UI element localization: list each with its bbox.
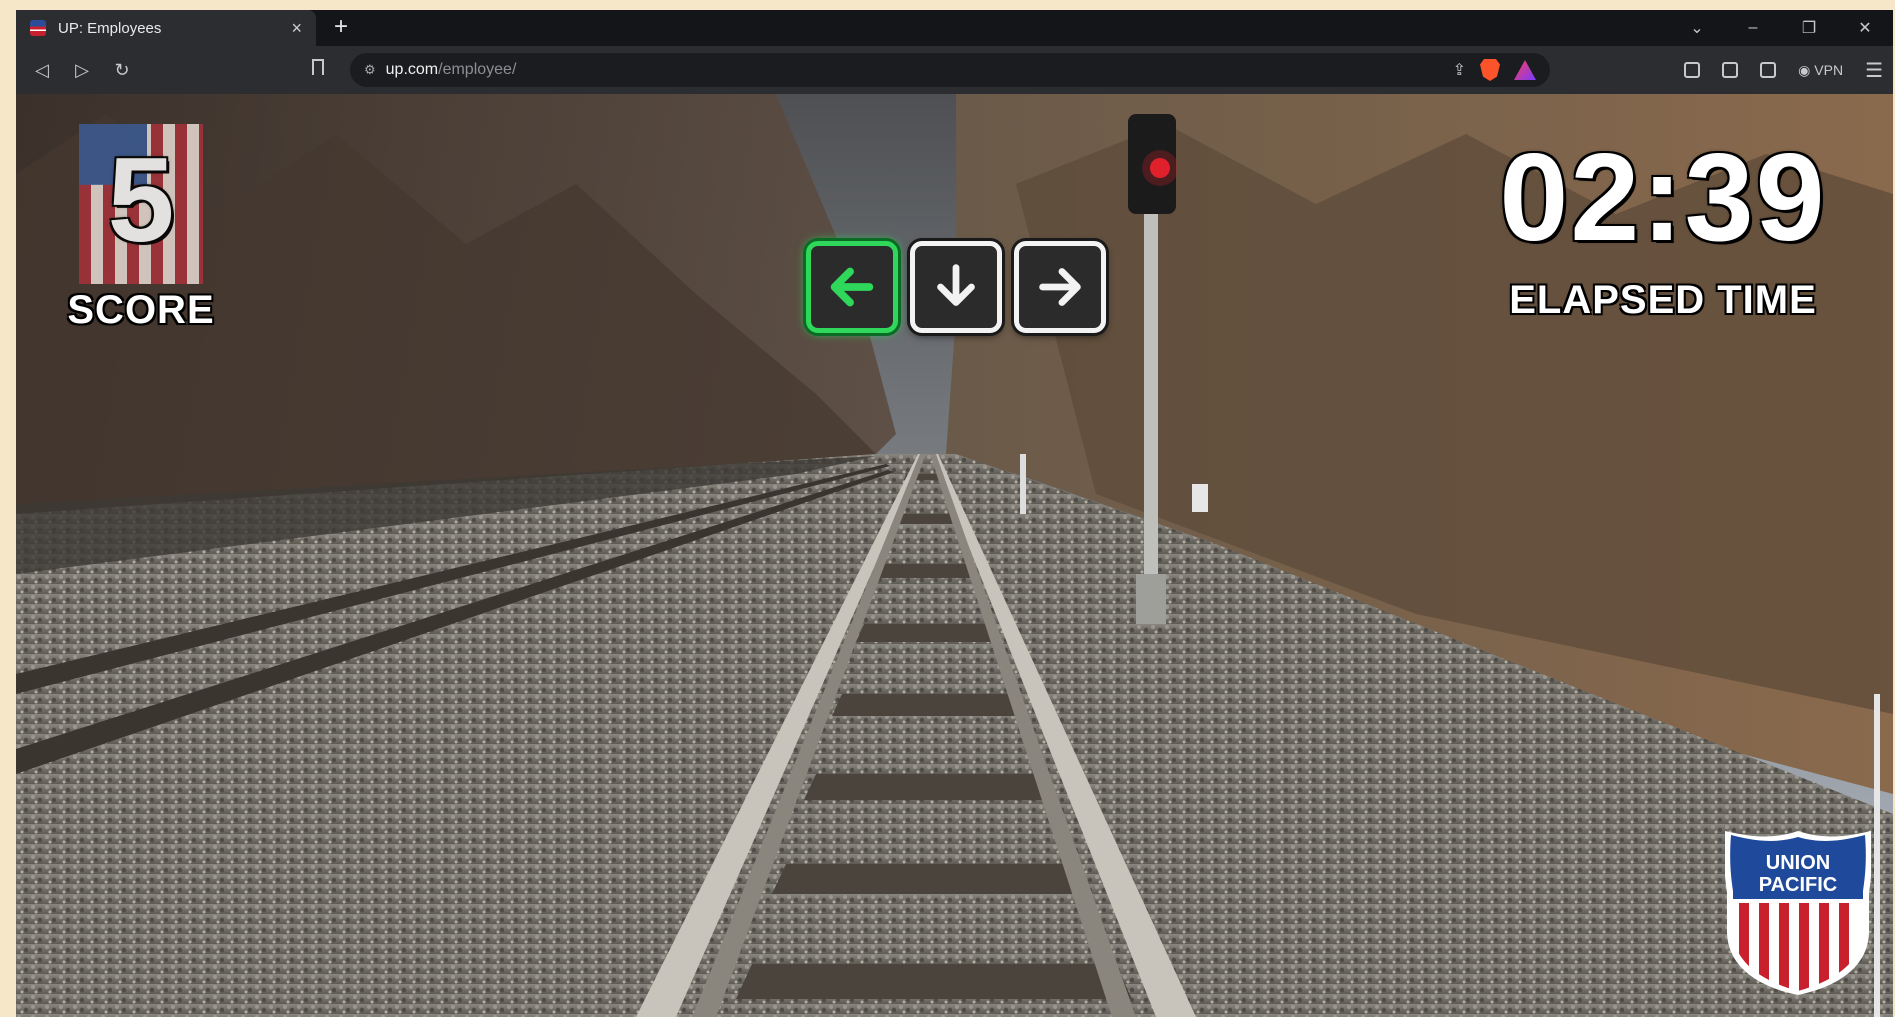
url-path: /employee/ <box>438 61 517 78</box>
address-bar[interactable]: ⚙ up.com /employee/ ⇪ <box>350 53 1550 87</box>
tab-title: UP: Employees <box>58 19 162 37</box>
toolbar-right: ◉ VPN ☰ <box>1684 46 1883 94</box>
right-arrow-key[interactable] <box>1014 241 1106 333</box>
score-panel: 5 SCORE <box>56 124 226 333</box>
restore-button[interactable]: ❐ <box>1781 18 1837 38</box>
extensions-icon[interactable] <box>1684 62 1701 78</box>
tab-strip: UP: Employees × + ⌄ – ❐ ✕ <box>16 10 1893 46</box>
arrow-down-icon <box>937 264 975 306</box>
window-controls: ⌄ – ❐ ✕ <box>1669 10 1893 46</box>
forward-button[interactable]: ▷ <box>62 60 102 81</box>
reload-button[interactable]: ↻ <box>102 60 142 81</box>
vpn-button[interactable]: ◉ VPN <box>1798 62 1843 79</box>
url-host: up.com <box>385 61 439 78</box>
site-info-icon[interactable]: ⚙ <box>364 62 376 78</box>
back-button[interactable]: ◁ <box>22 60 62 81</box>
brave-rewards-icon[interactable] <box>1514 60 1536 80</box>
close-window-button[interactable]: ✕ <box>1837 18 1893 38</box>
bookmark-icon[interactable] <box>312 59 324 75</box>
arrow-key-indicators <box>806 241 1106 333</box>
logo-text-pacific: PACIFIC <box>1759 874 1838 896</box>
arrow-left-icon <box>830 267 874 307</box>
arrow-right-icon <box>1039 268 1081 306</box>
flag-icon: 5 <box>79 124 203 284</box>
score-value: 5 <box>107 133 175 267</box>
minimize-button[interactable]: – <box>1725 19 1781 37</box>
left-arrow-key[interactable] <box>806 241 898 333</box>
new-tab-button[interactable]: + <box>334 14 348 40</box>
game-viewport[interactable]: 5 SCORE 02:39 ELAPSED TIME UNION PACIFIC <box>16 94 1893 1017</box>
wallet-icon[interactable] <box>1760 62 1777 78</box>
union-pacific-logo: UNION PACIFIC <box>1725 831 1871 995</box>
tab-search-icon[interactable]: ⌄ <box>1669 18 1725 38</box>
browser-toolbar: ◁ ▷ ↻ ⚙ up.com /employee/ ⇪ ◉ VPN ☰ <box>16 46 1893 94</box>
sidebar-icon[interactable] <box>1722 62 1739 78</box>
score-label: SCORE <box>67 288 215 332</box>
elapsed-time-panel: 02:39 ELAPSED TIME <box>1463 136 1863 323</box>
elapsed-time-label: ELAPSED TIME <box>1509 278 1817 322</box>
notification-dot <box>1528 60 1536 68</box>
union-pacific-favicon-icon <box>30 20 46 36</box>
down-arrow-key[interactable] <box>910 241 1002 333</box>
browser-window: UP: Employees × + ⌄ – ❐ ✕ ◁ ▷ ↻ ⚙ up.com… <box>16 10 1893 1017</box>
share-icon[interactable]: ⇪ <box>1453 60 1466 80</box>
menu-icon[interactable]: ☰ <box>1865 58 1883 83</box>
tab-up-employees[interactable]: UP: Employees × <box>16 10 316 46</box>
logo-text-union: UNION <box>1766 852 1830 874</box>
close-tab-icon[interactable]: × <box>291 19 302 37</box>
vpn-label: VPN <box>1814 61 1844 78</box>
elapsed-time-value: 02:39 <box>1499 129 1827 267</box>
brave-shields-icon[interactable] <box>1480 59 1500 81</box>
